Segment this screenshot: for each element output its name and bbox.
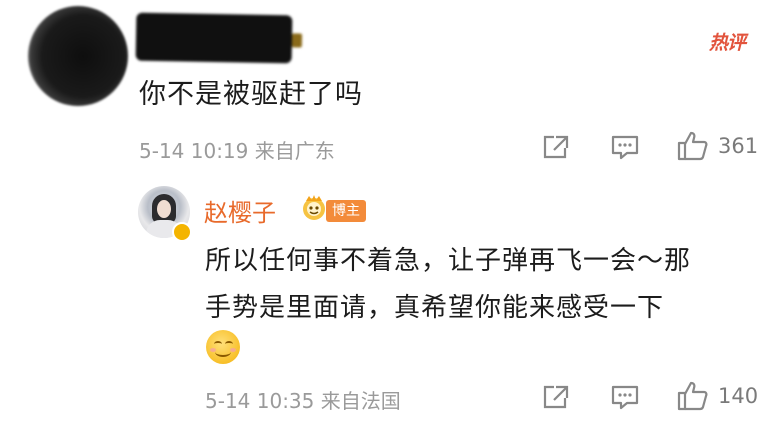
comment-text: 你不是被驱赶了吗: [139, 79, 363, 110]
like-count: 140: [718, 384, 759, 408]
reply-author-name[interactable]: 赵樱子: [204, 193, 276, 228]
reply-text-line-1: 所以任何事不着急，让子弹再飞一会～那: [205, 246, 692, 276]
comment-icon[interactable]: [610, 383, 640, 411]
like-count: 361: [718, 134, 759, 158]
share-icon[interactable]: [541, 133, 571, 161]
reply-meta: 5-14 10:35 来自法国: [205, 389, 401, 413]
verified-badge-icon: [172, 222, 192, 242]
hot-comment-badge: 热评: [709, 32, 746, 54]
share-icon[interactable]: [541, 383, 571, 411]
comment-icon[interactable]: [610, 133, 640, 161]
reply-text-line-2: 手势是里面请，真希望你能来感受一下: [205, 293, 665, 323]
comment-meta: 5-14 10:19 来自广东: [139, 139, 335, 163]
commenter-avatar-redacted[interactable]: [28, 6, 128, 106]
commenter-name-redacted[interactable]: [135, 12, 293, 64]
thumbs-up-icon[interactable]: [676, 380, 710, 412]
smile-emoji-icon: [206, 330, 240, 364]
blogger-badge: 博主: [326, 200, 366, 222]
thumbs-up-icon[interactable]: [676, 130, 710, 162]
